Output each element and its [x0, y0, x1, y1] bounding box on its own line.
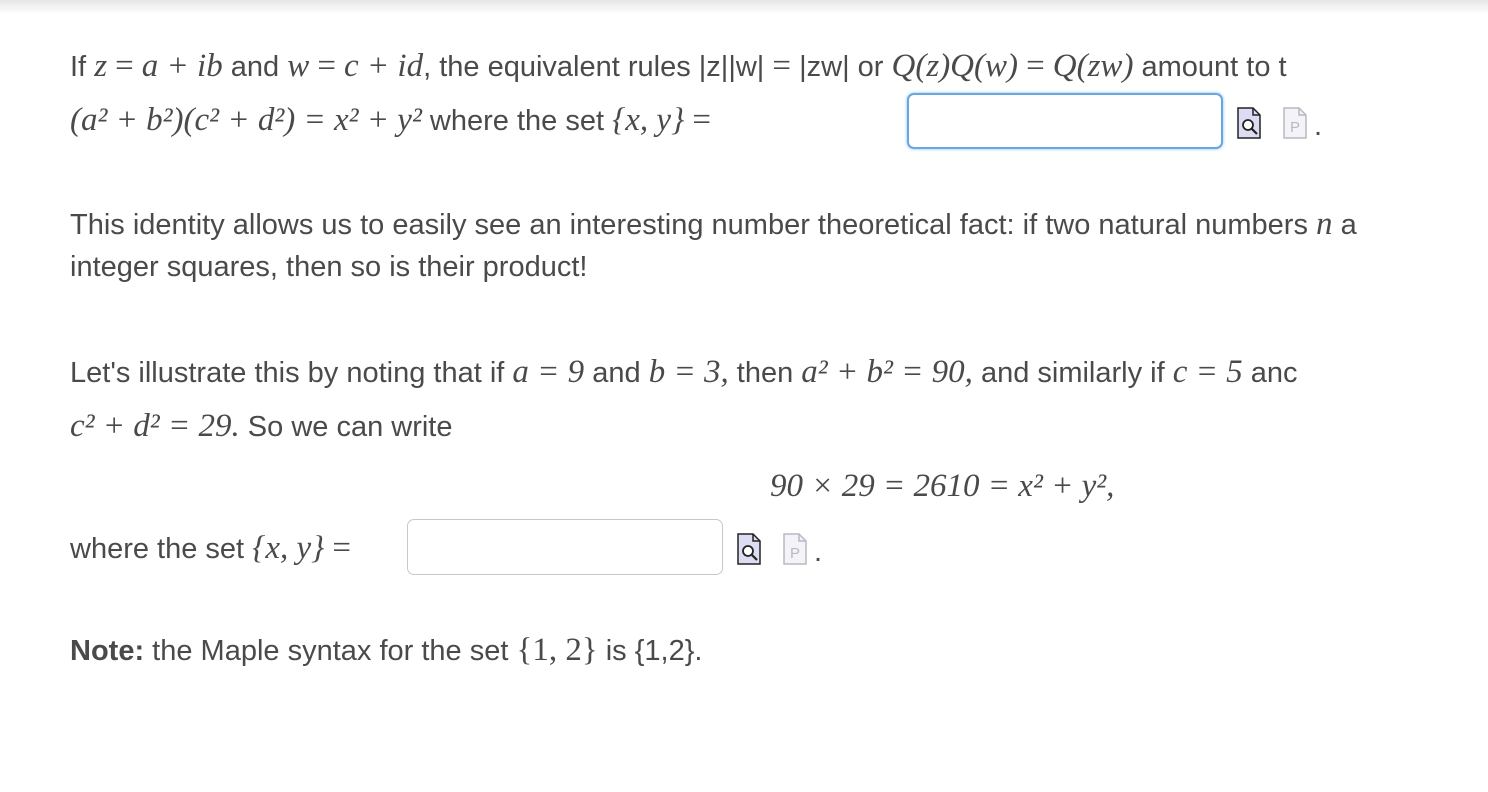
- para2-line2: integer squares, then so is their produc…: [70, 253, 587, 282]
- window-top-shadow: [0, 0, 1488, 14]
- text-or: or: [857, 51, 884, 83]
- math-sum-ab: a² + b² = 90,: [801, 354, 973, 390]
- para3-line3: where the set {x, y} =: [70, 532, 351, 565]
- text-if: If: [70, 51, 87, 83]
- svg-text:P: P: [790, 545, 800, 562]
- math-set-12: {1, 2}: [516, 632, 598, 668]
- para1-line1: If z = a + ib and w = c + id, the equiva…: [70, 50, 1287, 83]
- preview-icon[interactable]: [1236, 106, 1262, 140]
- text-zw-abs: |zw|: [799, 51, 850, 83]
- math-identity: (a² + b²)(c² + d²) = x² + y²: [70, 102, 422, 138]
- period: .: [1314, 110, 1323, 142]
- para3-line1: Let's illustrate this by noting that if …: [70, 356, 1297, 389]
- math-eq: =: [115, 48, 134, 84]
- text-where-the-set: where the set: [429, 105, 605, 137]
- text-and: and: [592, 357, 641, 389]
- math-a-eq-9: a = 9: [512, 354, 585, 390]
- period: .: [814, 536, 823, 568]
- math-z: z: [94, 48, 108, 84]
- text-cut-off: a: [1340, 209, 1357, 241]
- note-label: Note:: [70, 635, 145, 667]
- para3-line2: c² + d² = 29. So we can write: [70, 410, 453, 443]
- text-where-the-set: where the set: [70, 533, 245, 565]
- preview-icon[interactable]: [736, 532, 762, 566]
- text-cut-off: anc: [1250, 357, 1298, 389]
- math-set-xy: {x, y}: [252, 530, 325, 566]
- answer-input-1[interactable]: [907, 93, 1223, 149]
- math-sum-cd: c² + d² = 29.: [70, 408, 240, 444]
- text-and: and: [230, 51, 280, 83]
- para2-line1: This identity allows us to easily see an…: [70, 208, 1357, 241]
- math-w: w: [287, 48, 310, 84]
- text-so-we-can-write: So we can write: [247, 411, 453, 443]
- answer-input-2[interactable]: [407, 519, 723, 575]
- display-equation: 90 × 29 = 2610 = x² + y²,: [770, 470, 1114, 503]
- math-c-eq-5: c = 5: [1172, 354, 1243, 390]
- note-syntax: is {1,2}.: [605, 635, 703, 667]
- text-similarly: and similarly if: [980, 357, 1165, 389]
- maple-syntax-icon[interactable]: P: [782, 532, 808, 566]
- math-b-eq-3: b = 3,: [648, 354, 729, 390]
- note-line: Note: the Maple syntax for the set {1, 2…: [70, 634, 702, 667]
- text-identity: This identity allows us to easily see an…: [70, 209, 1308, 241]
- text-product: integer squares, then so is their produc…: [70, 251, 588, 283]
- text-rules: , the equivalent rules |z||w|: [423, 51, 765, 83]
- math-n: n: [1316, 206, 1333, 242]
- note-text: the Maple syntax for the set: [152, 635, 509, 667]
- math-eq: =: [1026, 48, 1045, 84]
- math-c-plus-id: c + id: [344, 48, 424, 84]
- text-amount-to: amount to t: [1141, 51, 1287, 83]
- maple-syntax-icon[interactable]: P: [1282, 106, 1308, 140]
- math-eq: =: [332, 530, 352, 566]
- math-display: 90 × 29 = 2610 = x² + y²,: [770, 468, 1115, 504]
- svg-text:P: P: [1290, 119, 1300, 136]
- math-qzqw: Q(z)Q(w): [891, 48, 1019, 84]
- text-then: then: [736, 357, 794, 389]
- para1-line2: (a² + b²)(c² + d²) = x² + y² where the s…: [70, 104, 711, 137]
- math-a-plus-ib: a + ib: [141, 48, 223, 84]
- math-eq: =: [317, 48, 336, 84]
- math-eq: =: [692, 102, 711, 138]
- math-eq: =: [772, 48, 792, 84]
- math-set-xy: {x, y}: [612, 102, 685, 138]
- text-lets-illustrate: Let's illustrate this by noting that if: [70, 357, 505, 389]
- math-qzw: Q(zw): [1052, 48, 1134, 84]
